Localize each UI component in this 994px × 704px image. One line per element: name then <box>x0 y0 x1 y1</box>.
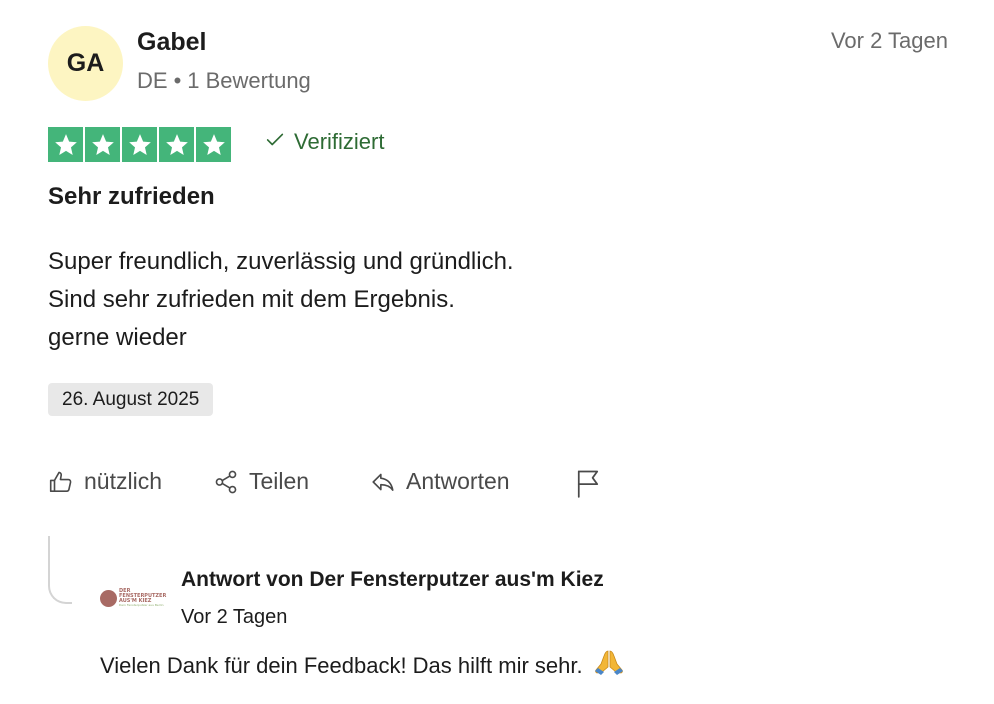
experience-date-badge: 26. August 2025 <box>48 383 214 416</box>
star-icon <box>196 127 231 162</box>
logo-mark <box>100 589 117 607</box>
check-icon <box>264 128 286 156</box>
review-body-line: Sind sehr zufrieden mit dem Ergebnis. <box>48 286 455 313</box>
company-logo: DER FENSTERPUTZER AUS'M KIEZ Dein Fenste… <box>100 586 166 610</box>
share-button[interactable]: Teilen <box>213 468 309 495</box>
star-icon <box>159 127 194 162</box>
author-country: DE <box>137 68 168 93</box>
flag-icon <box>574 468 602 498</box>
star-icon <box>85 127 120 162</box>
share-label: Teilen <box>249 468 310 494</box>
reply-body: Vielen Dank für dein Feedback! Das hilft… <box>100 649 625 679</box>
review-title: Sehr zufrieden <box>48 183 215 210</box>
useful-label: nützlich <box>84 468 162 494</box>
reply-button[interactable]: Antworten <box>370 468 510 495</box>
review-card: GA Gabel DE • 1 Bewertung Vor 2 Tagen Veri… <box>0 0 994 704</box>
folded-hands-emoji-icon <box>593 649 625 675</box>
logo-wordmark: DER FENSTERPUTZER AUS'M KIEZ Dein Fenste… <box>119 588 167 607</box>
thumbs-up-icon <box>48 469 74 495</box>
useful-button[interactable]: nützlich <box>48 468 162 495</box>
avatar[interactable]: GA <box>48 26 123 101</box>
reply-date: Vor 2 Tagen <box>181 606 288 628</box>
verified-badge[interactable]: Verifiziert <box>264 128 384 156</box>
reply-arrow-icon <box>370 469 396 495</box>
star-icon <box>122 127 157 162</box>
review-body-line: gerne wieder <box>48 324 187 351</box>
share-icon <box>213 469 239 495</box>
company-reply: DER FENSTERPUTZER AUS'M KIEZ Dein Fenste… <box>48 536 948 696</box>
report-button[interactable] <box>574 468 602 498</box>
author-meta: DE • 1 Bewertung <box>137 68 311 94</box>
reply-title: Antwort von Der Fensterputzer aus'm Kiez <box>181 568 604 591</box>
meta-separator: • <box>173 68 182 93</box>
author-review-count: 1 Bewertung <box>187 68 311 93</box>
author-name[interactable]: Gabel <box>137 28 206 57</box>
verified-label: Verifiziert <box>294 129 385 154</box>
reply-connector-line <box>48 536 72 604</box>
star-icon <box>48 127 83 162</box>
review-body-line: Super freundlich, zuverlässig und gründl… <box>48 248 514 275</box>
star-rating <box>48 127 231 162</box>
reply-body-text: Vielen Dank für dein Feedback! Das hilft… <box>100 653 583 678</box>
review-date-ago: Vor 2 Tagen <box>830 28 948 53</box>
reply-label: Antworten <box>406 468 510 494</box>
avatar-initials: GA <box>66 49 105 77</box>
review-body: Super freundlich, zuverlässig und gründl… <box>48 243 514 357</box>
